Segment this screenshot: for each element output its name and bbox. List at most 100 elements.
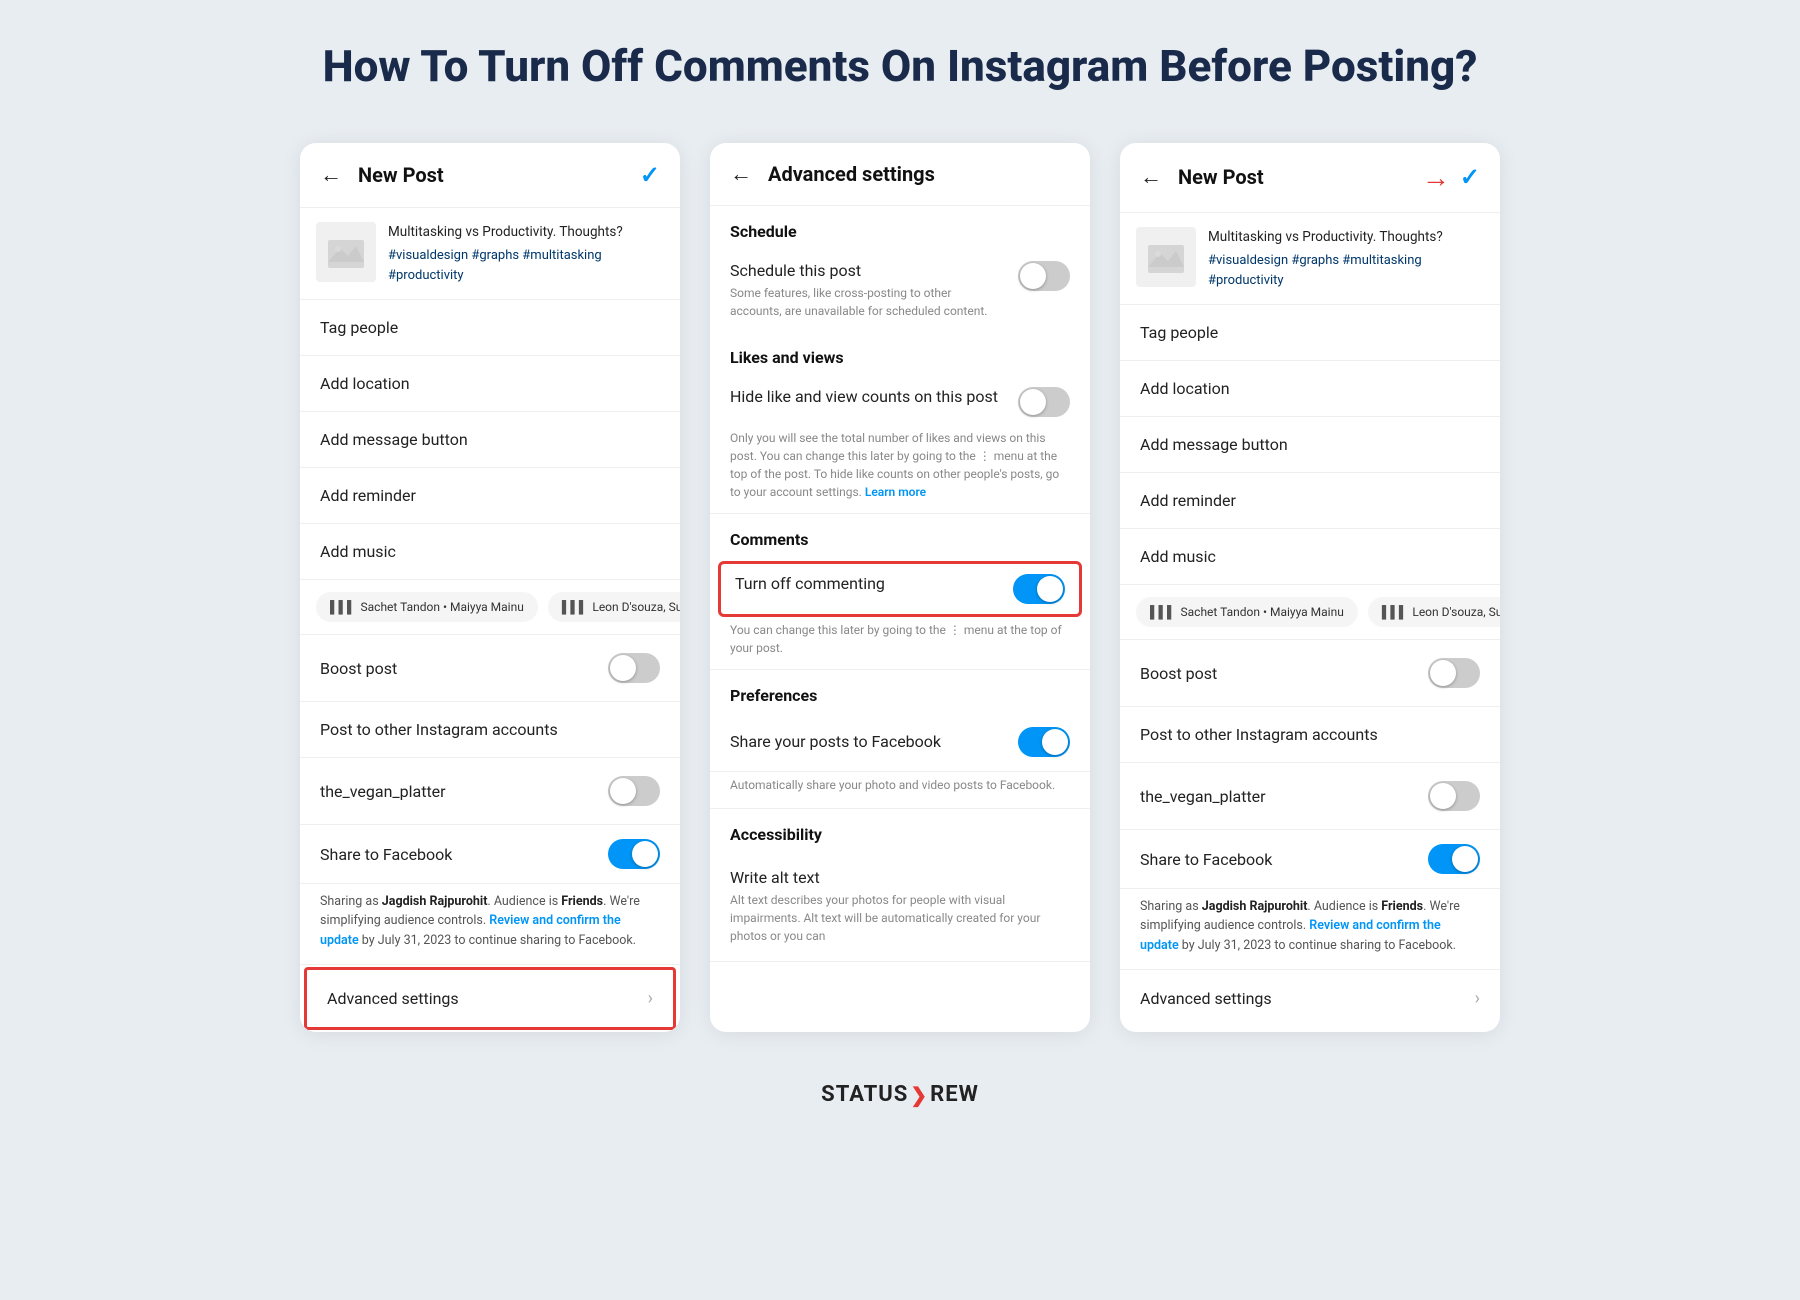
preferences-section-title: Preferences bbox=[710, 670, 1090, 713]
right-sharing-name: Jagdish Rajpurohit bbox=[1202, 899, 1308, 914]
right-post-to-accounts[interactable]: Post to other Instagram accounts bbox=[1120, 707, 1500, 763]
right-sharing-note: Sharing as Jagdish Rajpurohit. Audience … bbox=[1120, 889, 1500, 970]
comments-section-title: Comments bbox=[710, 514, 1090, 557]
share-fb-toggle[interactable] bbox=[1018, 727, 1070, 757]
left-post-hashtags: #visualdesign #graphs #multitasking #pro… bbox=[388, 246, 664, 285]
left-boost-toggle[interactable] bbox=[608, 653, 660, 683]
alt-text-item[interactable]: Write alt text Alt text describes your p… bbox=[710, 852, 1090, 962]
right-post-preview: Multitasking vs Productivity. Thoughts? … bbox=[1120, 213, 1500, 305]
right-boost-toggle[interactable] bbox=[1428, 658, 1480, 688]
share-fb-label: Share your posts to Facebook bbox=[730, 732, 941, 751]
left-post-caption: Multitasking vs Productivity. Thoughts? bbox=[388, 222, 664, 242]
right-post-caption: Multitasking vs Productivity. Thoughts? bbox=[1208, 227, 1484, 247]
right-boost-row: Boost post bbox=[1120, 640, 1500, 707]
hide-likes-toggle[interactable] bbox=[1018, 387, 1070, 417]
left-advanced-label: Advanced settings bbox=[327, 989, 459, 1008]
bars-icon-1: ▌▌▌ bbox=[330, 600, 356, 614]
left-sharing-text-2: . Audience is bbox=[487, 894, 561, 909]
left-music-chip-2-label: Leon D'souza, Suzanne bbox=[592, 600, 680, 614]
turn-off-text: Turn off commenting bbox=[735, 574, 997, 597]
right-music-row: ▌▌▌ Sachet Tandon • Maiyya Mainu ▌▌▌ Leo… bbox=[1120, 585, 1500, 640]
right-check-icon[interactable]: ✓ bbox=[1460, 163, 1480, 191]
left-post-thumbnail bbox=[316, 222, 376, 282]
middle-panel-title: Advanced settings bbox=[768, 162, 1070, 186]
right-boost-label: Boost post bbox=[1140, 664, 1217, 683]
right-share-fb-row: Share to Facebook bbox=[1120, 830, 1500, 889]
left-add-location[interactable]: Add location bbox=[300, 356, 680, 412]
right-advanced-label: Advanced settings bbox=[1140, 989, 1272, 1008]
turn-off-note: You can change this later by going to th… bbox=[710, 621, 1090, 670]
left-advanced-row[interactable]: Advanced settings › bbox=[304, 967, 676, 1030]
right-share-fb-label: Share to Facebook bbox=[1140, 850, 1272, 869]
right-advanced-row[interactable]: Advanced settings › bbox=[1120, 970, 1500, 1027]
left-add-reminder-label: Add reminder bbox=[320, 486, 416, 505]
left-music-row: ▌▌▌ Sachet Tandon • Maiyya Mainu ▌▌▌ Leo… bbox=[300, 580, 680, 635]
turn-off-commenting-row: Turn off commenting bbox=[718, 561, 1082, 617]
right-tag-people[interactable]: Tag people bbox=[1120, 305, 1500, 361]
schedule-post-row: Schedule this post Some features, like c… bbox=[710, 249, 1090, 332]
left-add-music-label: Add music bbox=[320, 542, 396, 561]
left-share-fb-label: Share to Facebook bbox=[320, 845, 452, 864]
left-back-button[interactable]: ← bbox=[320, 162, 342, 188]
middle-panel: ← Advanced settings Schedule Schedule th… bbox=[710, 143, 1090, 1032]
schedule-post-label: Schedule this post bbox=[730, 261, 1002, 280]
right-image-placeholder-icon bbox=[1146, 237, 1186, 277]
right-account-toggle[interactable] bbox=[1428, 781, 1480, 811]
left-share-fb-toggle[interactable] bbox=[608, 839, 660, 869]
left-add-reminder[interactable]: Add reminder bbox=[300, 468, 680, 524]
schedule-post-text: Schedule this post Some features, like c… bbox=[730, 261, 1002, 320]
logo-text-start: STATUS bbox=[821, 1082, 908, 1107]
left-account-toggle[interactable] bbox=[608, 776, 660, 806]
left-boost-row: Boost post bbox=[300, 635, 680, 702]
right-add-reminder[interactable]: Add reminder bbox=[1120, 473, 1500, 529]
right-share-fb-toggle[interactable] bbox=[1428, 844, 1480, 874]
logo-arrow-icon: ❯ bbox=[910, 1083, 928, 1107]
right-add-location[interactable]: Add location bbox=[1120, 361, 1500, 417]
right-sharing-friends: Friends bbox=[1381, 899, 1423, 914]
right-add-message-label: Add message button bbox=[1140, 435, 1288, 454]
left-tag-people[interactable]: Tag people bbox=[300, 300, 680, 356]
right-account-name: the_vegan_platter bbox=[1140, 787, 1266, 806]
turn-off-toggle[interactable] bbox=[1013, 574, 1065, 604]
left-add-message-label: Add message button bbox=[320, 430, 468, 449]
left-post-text: Multitasking vs Productivity. Thoughts? … bbox=[388, 222, 664, 285]
left-post-preview: Multitasking vs Productivity. Thoughts? … bbox=[300, 208, 680, 300]
left-music-chip-2[interactable]: ▌▌▌ Leon D'souza, Suzanne bbox=[548, 592, 680, 622]
left-music-chip-1[interactable]: ▌▌▌ Sachet Tandon • Maiyya Mainu bbox=[316, 592, 538, 622]
schedule-toggle[interactable] bbox=[1018, 261, 1070, 291]
turn-off-label: Turn off commenting bbox=[735, 574, 997, 593]
left-check-icon[interactable]: ✓ bbox=[640, 161, 660, 189]
left-post-to-accounts[interactable]: Post to other Instagram accounts bbox=[300, 702, 680, 758]
image-placeholder-icon bbox=[326, 232, 366, 272]
right-music-chip-1[interactable]: ▌▌▌ Sachet Tandon • Maiyya Mainu bbox=[1136, 597, 1358, 627]
right-panel: ← New Post → ✓ Multitasking vs Productiv… bbox=[1120, 143, 1500, 1032]
right-post-thumbnail bbox=[1136, 227, 1196, 287]
right-post-hashtags: #visualdesign #graphs #multitasking #pro… bbox=[1208, 251, 1484, 290]
right-add-message[interactable]: Add message button bbox=[1120, 417, 1500, 473]
logo-text-end: REW bbox=[930, 1082, 979, 1107]
left-account-name: the_vegan_platter bbox=[320, 782, 446, 801]
right-bars-icon-1: ▌▌▌ bbox=[1150, 605, 1176, 619]
left-tag-people-label: Tag people bbox=[320, 318, 398, 337]
learn-more-link[interactable]: Learn more bbox=[865, 485, 926, 499]
right-add-music[interactable]: Add music bbox=[1120, 529, 1500, 585]
red-arrow-icon: → bbox=[1422, 161, 1450, 194]
schedule-section-title: Schedule bbox=[710, 206, 1090, 249]
right-add-music-label: Add music bbox=[1140, 547, 1216, 566]
right-music-chip-1-label: Sachet Tandon • Maiyya Mainu bbox=[1181, 605, 1344, 619]
left-add-message[interactable]: Add message button bbox=[300, 412, 680, 468]
left-add-music[interactable]: Add music bbox=[300, 524, 680, 580]
left-share-fb-row: Share to Facebook bbox=[300, 825, 680, 884]
left-sharing-text-4: by July 31, 2023 to continue sharing to … bbox=[359, 933, 636, 948]
right-music-chip-2[interactable]: ▌▌▌ Leon D'souza, Suzann... bbox=[1368, 597, 1500, 627]
accessibility-section-title: Accessibility bbox=[710, 809, 1090, 852]
right-tag-people-label: Tag people bbox=[1140, 323, 1218, 342]
right-bars-icon-2: ▌▌▌ bbox=[1382, 605, 1408, 619]
right-back-button[interactable]: ← bbox=[1140, 164, 1162, 190]
right-sharing-text-1: Sharing as bbox=[1140, 899, 1202, 914]
right-sharing-text-2: . Audience is bbox=[1307, 899, 1381, 914]
share-fb-note: Automatically share your photo and video… bbox=[710, 772, 1090, 809]
middle-back-button[interactable]: ← bbox=[730, 161, 752, 187]
footer-logo: STATUS❯REW bbox=[821, 1082, 979, 1107]
left-music-chip-1-label: Sachet Tandon • Maiyya Mainu bbox=[361, 600, 524, 614]
